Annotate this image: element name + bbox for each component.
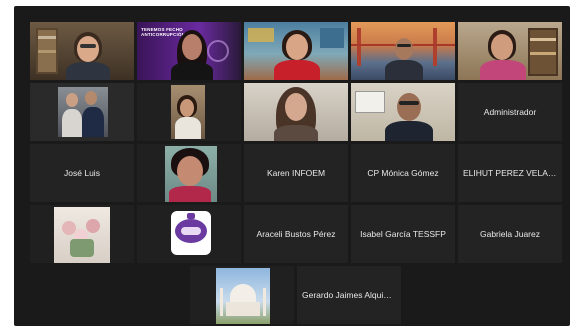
participant-name: Gabriela Juarez (479, 229, 540, 239)
video-feed (137, 144, 241, 202)
video-feed (351, 83, 455, 141)
participant-tile-p22[interactable]: Gerardo Jaimes Alquisir... (297, 266, 401, 324)
video-feed (351, 22, 455, 80)
participant-tile-p14[interactable]: CP Mónica Gómez (351, 144, 455, 202)
video-tile-p8[interactable] (244, 83, 348, 141)
video-feed (244, 83, 348, 141)
participant-tile-p19[interactable]: Isabel García TESSFP (351, 205, 455, 263)
participant-tile-p10[interactable]: Administrador (458, 83, 562, 141)
video-tile-p16[interactable] (30, 205, 134, 263)
participant-tile-p15[interactable]: ELIHUT PEREZ VELAZQ... (458, 144, 562, 202)
video-feed (30, 22, 134, 80)
participant-tile-p11[interactable]: José Luis (30, 144, 134, 202)
video-feed (137, 205, 241, 263)
video-tile-p9[interactable] (351, 83, 455, 141)
participant-name: Gerardo Jaimes Alquisir... (302, 290, 398, 300)
video-feed (190, 266, 294, 324)
participant-name: Administrador (483, 107, 537, 117)
video-tile-p3[interactable] (244, 22, 348, 80)
video-feed (458, 22, 562, 80)
video-feed (137, 83, 241, 141)
video-tile-p4[interactable] (351, 22, 455, 80)
video-feed: TENEMOS FECHO ANTICORRUPCIÓN (137, 22, 241, 80)
participant-name: Araceli Bustos Pérez (256, 229, 336, 239)
video-tile-p6[interactable] (30, 83, 134, 141)
participant-tile-p18[interactable]: Araceli Bustos Pérez (244, 205, 348, 263)
participant-name: Isabel García TESSFP (360, 229, 446, 239)
participant-name: ELIHUT PEREZ VELAZQ... (463, 168, 559, 178)
video-feed (244, 22, 348, 80)
video-tile-p1[interactable] (30, 22, 134, 80)
video-feed (30, 83, 134, 141)
banner-text: TENEMOS FECHO ANTICORRUPCIÓN (141, 27, 186, 38)
video-tile-p5[interactable] (458, 22, 562, 80)
video-tile-p12[interactable] (137, 144, 241, 202)
video-tile-p7[interactable] (137, 83, 241, 141)
participant-name: Karen INFOEM (266, 168, 326, 178)
video-tile-p17[interactable] (137, 205, 241, 263)
video-tile-p21[interactable] (190, 266, 294, 324)
video-feed (30, 205, 134, 263)
participant-tile-p20[interactable]: Gabriela Juarez (458, 205, 562, 263)
participant-name: CP Mónica Gómez (367, 168, 439, 178)
gallery-view: TENEMOS FECHO ANTICORRUPCIÓN Administrad… (14, 6, 570, 326)
participant-tile-p13[interactable]: Karen INFOEM (244, 144, 348, 202)
participant-name: José Luis (64, 168, 100, 178)
video-tile-p2[interactable]: TENEMOS FECHO ANTICORRUPCIÓN (137, 22, 241, 80)
